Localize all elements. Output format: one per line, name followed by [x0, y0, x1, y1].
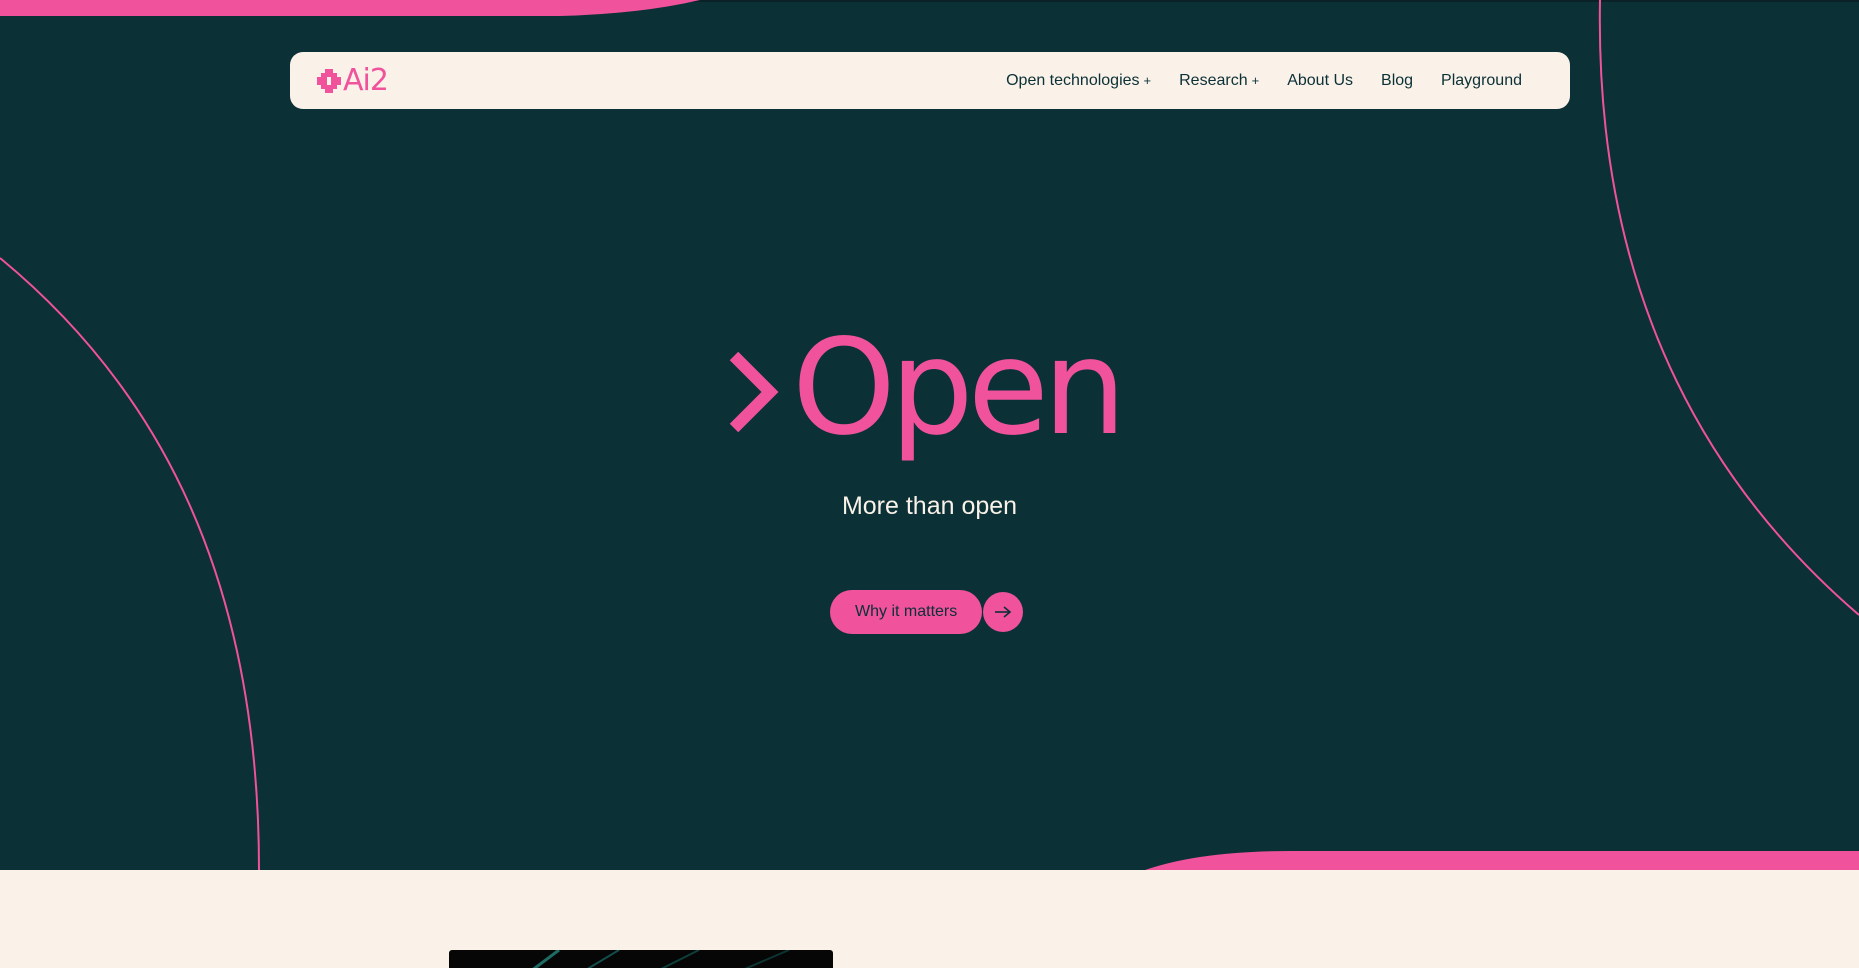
- ai2-logo[interactable]: Ai2: [316, 63, 389, 98]
- nav-item-label: Open technologies: [1006, 71, 1140, 89]
- nav-item-blog[interactable]: Blog: [1367, 72, 1427, 90]
- nav-item-about-us[interactable]: About Us: [1273, 72, 1367, 90]
- plus-icon: +: [1251, 73, 1260, 88]
- top-navigation-bar: Ai2 Open technologies + Research + About…: [290, 52, 1570, 109]
- nav-item-open-technologies[interactable]: Open technologies +: [992, 72, 1165, 90]
- bottom-pink-band: [1145, 851, 1859, 870]
- nav-menu: Open technologies + Research + About Us …: [992, 52, 1536, 109]
- nav-item-label: Research: [1179, 71, 1248, 89]
- media-preview-card: [449, 950, 833, 968]
- right-arc: [1598, 0, 1859, 616]
- hero-headline: Open: [722, 311, 1127, 465]
- hero-section: Ai2 Open technologies + Research + About…: [0, 0, 1859, 870]
- asterisk-logo-icon: [317, 69, 341, 93]
- nav-item-research[interactable]: Research +: [1165, 72, 1273, 90]
- nav-item-label: Blog: [1381, 71, 1414, 89]
- top-pink-band: [0, 0, 700, 16]
- headline-text: Open: [792, 311, 1127, 465]
- preview-image: [532, 950, 790, 968]
- logo-text: Ai2: [343, 63, 389, 98]
- why-it-matters-button[interactable]: Why it matters: [830, 590, 983, 634]
- left-arc: [0, 257, 260, 870]
- nav-item-playground[interactable]: Playground: [1427, 72, 1536, 90]
- hero-subtitle: More than open: [841, 492, 1018, 520]
- chevron-right-icon: [729, 351, 779, 433]
- nav-item-label: About Us: [1287, 71, 1354, 89]
- arrow-right-icon: [995, 606, 1012, 618]
- cta-arrow-button[interactable]: [983, 592, 1024, 632]
- plus-icon: +: [1143, 73, 1152, 88]
- cta-group: Why it matters: [830, 590, 1024, 634]
- nav-item-label: Playground: [1441, 71, 1522, 89]
